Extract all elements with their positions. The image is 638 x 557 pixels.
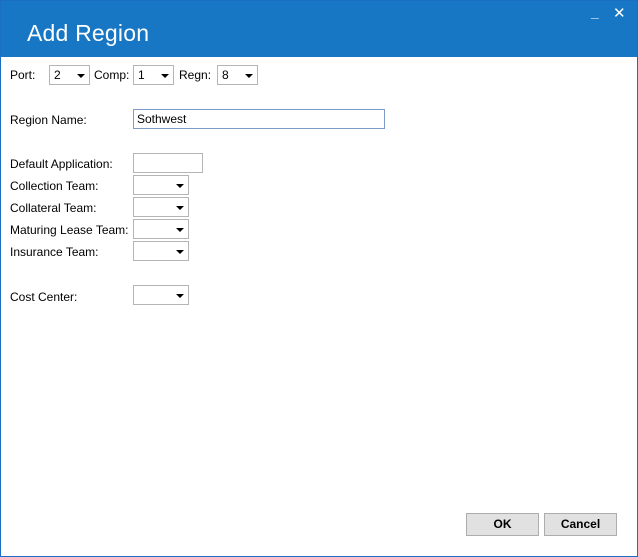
comp-value: 1	[138, 68, 145, 82]
comp-label: Comp:	[94, 68, 130, 82]
chevron-down-icon	[176, 250, 184, 254]
chevron-down-icon	[161, 74, 169, 78]
chevron-down-icon	[176, 294, 184, 298]
collateral-team-select[interactable]	[133, 197, 189, 217]
regn-label: Regn:	[179, 68, 212, 82]
default-application-input[interactable]	[133, 153, 203, 173]
region-name-input[interactable]: Sothwest	[133, 109, 385, 129]
minimize-icon[interactable]: _	[591, 5, 599, 19]
insurance-team-select[interactable]	[133, 241, 189, 261]
collection-team-label: Collection Team:	[10, 179, 99, 193]
regn-select[interactable]: 8	[217, 65, 258, 85]
collateral-team-label: Collateral Team:	[10, 201, 97, 215]
port-label: Port:	[10, 68, 36, 82]
cost-center-label: Cost Center:	[10, 290, 78, 304]
chevron-down-icon	[77, 74, 85, 78]
add-region-dialog: Add Region _ ✕ Port: 2 Comp: 1 Regn: 8 R…	[0, 0, 638, 557]
ok-button[interactable]: OK	[466, 513, 539, 536]
close-icon[interactable]: ✕	[613, 6, 626, 21]
region-name-label: Region Name:	[10, 113, 87, 127]
regn-value: 8	[222, 68, 229, 82]
maturing-lease-team-label: Maturing Lease Team:	[10, 223, 129, 237]
chevron-down-icon	[176, 228, 184, 232]
comp-select[interactable]: 1	[133, 65, 174, 85]
maturing-lease-team-select[interactable]	[133, 219, 189, 239]
chevron-down-icon	[245, 74, 253, 78]
cost-center-select[interactable]	[133, 285, 189, 305]
title-bar: Add Region _ ✕	[1, 1, 637, 57]
port-value: 2	[54, 68, 61, 82]
region-name-value: Sothwest	[137, 112, 187, 126]
default-application-label: Default Application:	[10, 157, 113, 171]
insurance-team-label: Insurance Team:	[10, 245, 99, 259]
cancel-button[interactable]: Cancel	[544, 513, 617, 536]
port-select[interactable]: 2	[49, 65, 90, 85]
chevron-down-icon	[176, 184, 184, 188]
chevron-down-icon	[176, 206, 184, 210]
collection-team-select[interactable]	[133, 175, 189, 195]
dialog-title: Add Region	[27, 20, 150, 46]
